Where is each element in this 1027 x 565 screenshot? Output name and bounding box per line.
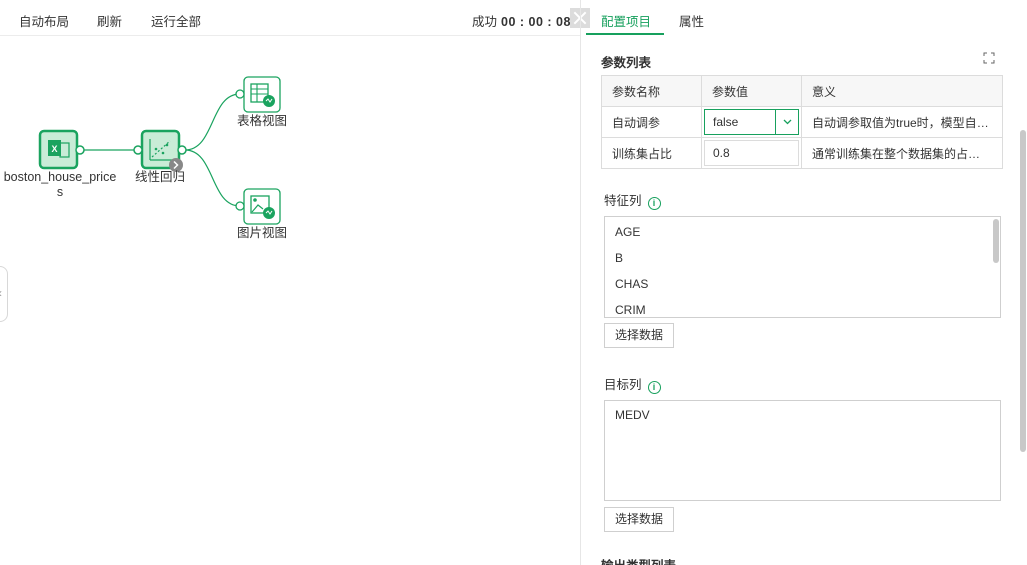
- feature-title: 特征列: [604, 194, 642, 208]
- config-panel: 配置项目 属性 参数列表 参数名称 参数值 意义 自动调参 false 自动调参…: [581, 0, 1027, 565]
- header-param-name: 参数名称: [601, 75, 702, 107]
- params-header-row: 参数名称 参数值 意义: [601, 75, 1003, 107]
- header-meaning: 意义: [801, 75, 1003, 107]
- tab-config[interactable]: 配置项目: [601, 11, 651, 30]
- edge-regression-image: [184, 149, 241, 207]
- node-source[interactable]: X: [38, 129, 85, 170]
- app-root: 自动布局 刷新 运行全部 成功00 : 00 : 08 ‹ X: [0, 0, 1027, 565]
- node-regression-label: 线性回归: [134, 170, 185, 184]
- panel-scrollbar[interactable]: [1020, 130, 1026, 452]
- param-name: 训练集占比: [601, 137, 702, 169]
- target-section-title: 目标列 i: [604, 374, 661, 394]
- run-status: 成功 00 : 00 : 08: [472, 11, 571, 30]
- node-linear-regression[interactable]: [133, 129, 187, 172]
- select-value: false: [713, 115, 739, 129]
- status-label: 成功: [472, 15, 498, 29]
- feature-select-data-button[interactable]: 选择数据: [604, 323, 675, 348]
- param-name: 自动调参: [601, 106, 702, 138]
- params-table: 参数名称 参数值 意义 自动调参 false 自动调参取值为true时，模型自动…: [601, 75, 1003, 169]
- params-title: 参数列表: [601, 56, 652, 70]
- svg-text:X: X: [51, 144, 57, 154]
- run-all-button[interactable]: 运行全部: [151, 11, 201, 30]
- node-image-view-label: 图片视图: [236, 226, 287, 240]
- info-icon[interactable]: i: [647, 197, 661, 210]
- chevron-down-icon[interactable]: [775, 110, 798, 134]
- auto-tune-select[interactable]: false: [704, 109, 799, 135]
- status-time: 00 : 00 : 08: [501, 15, 571, 29]
- train-ratio-input[interactable]: 0.8: [704, 140, 799, 166]
- feature-section-title: 特征列 i: [604, 190, 661, 210]
- target-list[interactable]: MEDV: [604, 400, 1001, 501]
- target-title: 目标列: [604, 378, 642, 392]
- node-source-label: boston_house_price s: [3, 170, 117, 199]
- list-item[interactable]: CHAS: [605, 271, 1000, 297]
- feature-list-scrollbar[interactable]: [993, 219, 999, 263]
- header-param-value: 参数值: [701, 75, 802, 107]
- auto-layout-button[interactable]: 自动布局: [19, 11, 69, 30]
- panel-tabs: 配置项目 属性: [581, 0, 1027, 36]
- param-meaning: 通常训练集在整个数据集的占比为...: [801, 137, 1003, 169]
- tab-properties[interactable]: 属性: [679, 11, 704, 30]
- node-table-view[interactable]: [235, 76, 281, 113]
- target-select-data-button[interactable]: 选择数据: [604, 507, 675, 532]
- param-meaning: 自动调参取值为true时，模型自动...: [801, 106, 1003, 138]
- feature-list[interactable]: AGE B CHAS CRIM: [604, 216, 1001, 318]
- list-item[interactable]: MEDV: [605, 402, 1000, 428]
- list-item[interactable]: B: [605, 245, 1000, 271]
- output-type-title: 输出类型列表: [601, 555, 676, 565]
- table-row: 训练集占比 0.8 通常训练集在整个数据集的占比为...: [601, 137, 1003, 169]
- node-image-view[interactable]: [235, 188, 281, 225]
- info-icon[interactable]: i: [647, 381, 661, 394]
- expand-icon[interactable]: [983, 52, 995, 64]
- active-tab-indicator: [586, 33, 664, 35]
- workflow-canvas[interactable]: ‹ X: [0, 37, 580, 565]
- refresh-button[interactable]: 刷新: [97, 11, 122, 30]
- list-item[interactable]: AGE: [605, 219, 1000, 245]
- table-row: 自动调参 false 自动调参取值为true时，模型自动...: [601, 106, 1003, 138]
- list-item[interactable]: CRIM: [605, 297, 1000, 317]
- node-table-view-label: 表格视图: [236, 114, 287, 128]
- canvas-toolbar: 自动布局 刷新 运行全部 成功 00 : 00 : 08: [0, 0, 590, 36]
